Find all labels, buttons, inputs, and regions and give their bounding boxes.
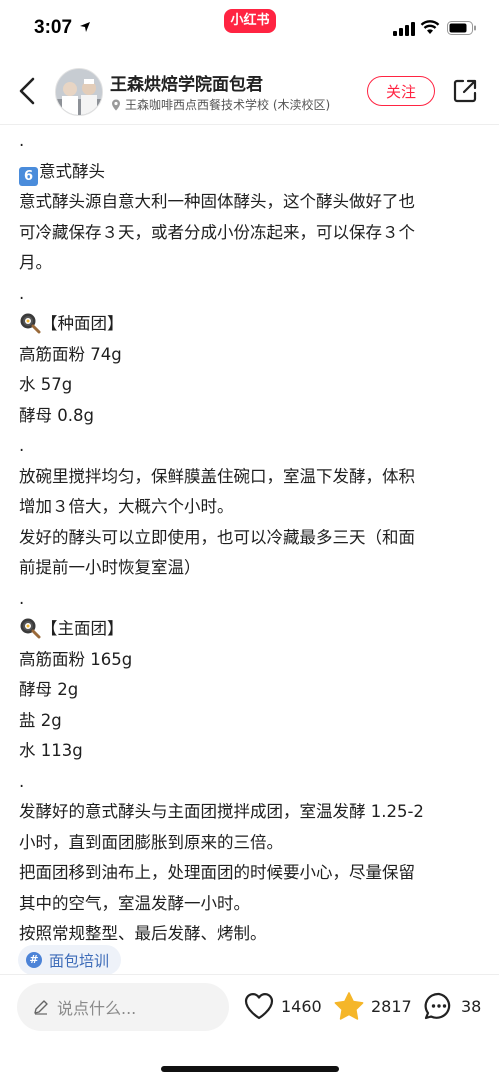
note-line: 小时，直到面团膨胀到原来的三倍。 <box>19 828 485 859</box>
status-time: 3:07 <box>34 17 73 38</box>
note-line: 月。 <box>19 248 485 279</box>
status-bar: 3:07 小红书 <box>0 0 499 58</box>
comment-count: 38 <box>461 996 482 1016</box>
note-line-text: 增加３倍大，大概六个小时。 <box>19 497 234 516</box>
comment-icon <box>424 992 451 1020</box>
note-line-text: 高筋面粉 74g <box>19 344 122 364</box>
comment-input[interactable]: 说点什么... <box>17 983 229 1031</box>
note-line: 酵母 2g <box>19 675 485 706</box>
share-icon[interactable] <box>452 78 478 104</box>
wifi-icon <box>420 20 440 34</box>
app-badge: 小红书 <box>224 9 276 33</box>
note-line-text: 发酵好的意式酵头与主面团搅拌成团，室温发酵 1.25-2 <box>19 802 424 821</box>
note-line: 【种面团】 <box>19 309 485 340</box>
note-line-text: 其中的空气，室温发酵一小时。 <box>19 893 250 913</box>
note-line-text: 可冷藏保存３天，或者分成小份冻起来，可以保存３个 <box>19 222 415 242</box>
note-line-text: 酵母 2g <box>19 680 79 699</box>
like-count: 1460 <box>281 996 322 1016</box>
note-line-text: . <box>19 283 25 303</box>
note-line: 把面团移到油布上，处理面团的时候要小心，尽量保留 <box>19 858 485 889</box>
pencil-icon <box>34 1000 48 1015</box>
note-line: 放碗里搅拌均匀，保鲜膜盖住碗口，室温下发酵，体积 <box>19 462 485 493</box>
bottom-bar: 说点什么... 1460 2817 38 <box>0 974 499 1081</box>
note-line-text: 意式酵头源自意大利一种固体酵头，这个酵头做好了也 <box>19 192 415 211</box>
note-line: 6 意式酵头 <box>19 157 485 188</box>
note-line: 【主面团】 <box>19 614 485 645</box>
note-line-text: 【主面团】 <box>41 619 124 638</box>
note-line: 前提前一小时恢复室温） <box>19 553 485 584</box>
frying-pan-icon <box>19 617 41 639</box>
location-text: 王森咖啡西点西餐技术学校 (木渎校区) <box>125 98 331 112</box>
number-six-icon: 6 <box>19 166 38 186</box>
signal-icon <box>393 22 415 36</box>
collect-button[interactable]: 2817 <box>333 991 412 1021</box>
note-line-text: 小时，直到面团膨胀到原来的三倍。 <box>19 832 283 852</box>
note-line: 发好的酵头可以立即使用，也可以冷藏最多三天（和面 <box>19 523 485 554</box>
note-line-text: . <box>19 131 25 150</box>
home-indicator <box>161 1066 339 1072</box>
note-line-text: 意式酵头 <box>39 161 105 181</box>
note-line: . <box>19 431 485 462</box>
hashtag-icon: # <box>26 952 42 968</box>
location-row[interactable]: 王森咖啡西点西餐技术学校 (木渎校区) <box>110 96 330 113</box>
note-line: 其中的空气，室温发酵一小时。 <box>19 889 485 920</box>
note-line-text: 水 113g <box>19 741 83 760</box>
author-name[interactable]: 王森烘焙学院面包君 <box>110 70 263 95</box>
note-line-text: 酵母 0.8g <box>19 405 94 425</box>
note-line-text: 按照常规整型、最后发酵、烤制。 <box>19 924 267 943</box>
note-line: 盐 2g <box>19 706 485 737</box>
follow-button[interactable]: 关注 <box>367 76 435 106</box>
note-line: 可冷藏保存３天，或者分成小份冻起来，可以保存３个 <box>19 218 485 249</box>
location-arrow-icon <box>80 22 90 32</box>
topic-tag[interactable]: # 面包培训 <box>18 945 122 975</box>
comment-placeholder: 说点什么... <box>57 999 137 1018</box>
frying-pan-icon <box>19 312 41 334</box>
heart-icon <box>244 993 274 1020</box>
back-icon[interactable] <box>16 76 40 106</box>
note-line-text: . <box>19 436 25 455</box>
note-line-text: 放碗里搅拌均匀，保鲜膜盖住碗口，室温下发酵，体积 <box>19 466 415 486</box>
comment-button[interactable]: 38 <box>423 991 481 1021</box>
star-icon <box>334 992 364 1020</box>
note-line: . <box>19 584 485 615</box>
note-line-text: . <box>19 588 25 608</box>
note-line-text: 发好的酵头可以立即使用，也可以冷藏最多三天（和面 <box>19 527 415 547</box>
like-button[interactable]: 1460 <box>243 991 322 1021</box>
note-line: 水 113g <box>19 736 485 767</box>
note-line: . <box>19 126 485 157</box>
note-line: 酵母 0.8g <box>19 401 485 432</box>
note-content: . 6 意式酵头意式酵头源自意大利一种固体酵头，这个酵头做好了也 可冷藏保存３天，或者… <box>19 126 485 950</box>
battery-icon <box>447 21 476 35</box>
topic-tag-label: 面包培训 <box>49 951 110 970</box>
note-line-text: 前提前一小时恢复室温） <box>19 558 201 577</box>
note-line-text: 月。 <box>19 253 52 272</box>
note-line-text: 水 57g <box>19 375 73 394</box>
note-header: 王森烘焙学院面包君 王森咖啡西点西餐技术学校 (木渎校区) 关注 <box>0 58 499 125</box>
note-line-text: 高筋面粉 165g <box>19 649 133 669</box>
note-line: . <box>19 279 485 310</box>
note-line: 发酵好的意式酵头与主面团搅拌成团，室温发酵 1.25-2 <box>19 797 485 828</box>
note-line-text: 盐 2g <box>19 710 62 730</box>
note-line-text: 【种面团】 <box>41 314 124 333</box>
collect-count: 2817 <box>371 996 412 1016</box>
note-line: 增加３倍大，大概六个小时。 <box>19 492 485 523</box>
note-line: 水 57g <box>19 370 485 401</box>
note-line-text: . <box>19 771 25 791</box>
note-line: 意式酵头源自意大利一种固体酵头，这个酵头做好了也 <box>19 187 485 218</box>
note-line: 高筋面粉 165g <box>19 645 485 676</box>
note-line: 高筋面粉 74g <box>19 340 485 371</box>
note-line: . <box>19 767 485 798</box>
avatar[interactable] <box>55 68 103 116</box>
pin-icon <box>112 99 120 110</box>
note-line-text: 把面团移到油布上，处理面团的时候要小心，尽量保留 <box>19 863 415 882</box>
